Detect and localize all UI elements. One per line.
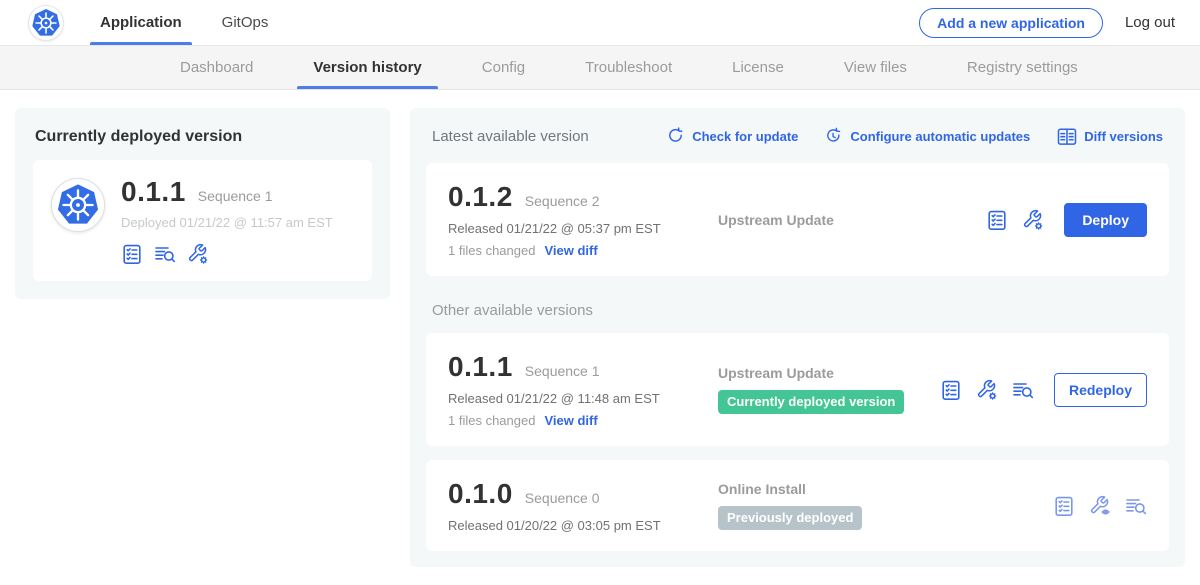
sequence-label: Sequence 0 [525,490,600,506]
diff-icon [1056,126,1077,147]
tab-troubleshoot[interactable]: Troubleshoot [555,46,702,89]
top-header: Application GitOps Add a new application… [0,0,1200,46]
app-logo [51,178,105,232]
logout-link[interactable]: Log out [1125,14,1175,31]
main-content: Currently deployed version 0.1.1 Sequenc… [0,90,1200,585]
source-label: Online Install [718,481,1053,497]
version-number: 0.1.1 [448,351,513,383]
tab-config[interactable]: Config [452,46,555,89]
release-notes-icon[interactable] [940,379,962,401]
deployed-actions [121,243,333,265]
release-notes-icon[interactable] [986,209,1008,231]
add-application-button[interactable]: Add a new application [919,8,1103,38]
diff-versions-label: Diff versions [1084,129,1163,144]
check-for-update-label: Check for update [692,129,798,144]
app-logo[interactable] [28,5,64,41]
configure-automatic-updates-label: Configure automatic updates [850,129,1030,144]
configure-automatic-updates-link[interactable]: Configure automatic updates [824,127,1030,146]
currently-deployed-title: Currently deployed version [35,128,372,146]
version-info: 0.1.0 Sequence 0 Released 01/20/22 @ 03:… [448,478,698,533]
deployed-timestamp: Deployed 01/21/22 @ 11:57 am EST [121,215,333,230]
version-actions: Redeploy [940,373,1149,407]
logs-icon[interactable] [154,243,176,265]
source-label: Upstream Update [718,365,940,381]
version-row-0-1-0: 0.1.0 Sequence 0 Released 01/20/22 @ 03:… [426,460,1169,551]
version-number: 0.1.2 [448,181,513,213]
released-timestamp: Released 01/21/22 @ 05:37 pm EST [448,221,698,236]
deploy-button[interactable]: Deploy [1064,203,1147,237]
sequence-label: Sequence 2 [525,193,600,209]
files-changed-label: 1 files changed [448,413,535,428]
version-history-panel: Latest available version Check for updat… [410,108,1185,567]
config-icon[interactable] [976,379,998,401]
tab-version-history[interactable]: Version history [283,46,451,89]
version-actions: Deploy [986,203,1149,237]
config-view-icon[interactable] [1089,495,1111,517]
config-icon[interactable] [1022,209,1044,231]
files-changed-label: 1 files changed [448,243,535,258]
released-timestamp: Released 01/20/22 @ 03:05 pm EST [448,518,698,533]
previously-deployed-badge: Previously deployed [718,506,862,530]
released-timestamp: Released 01/21/22 @ 11:48 am EST [448,391,698,406]
kubernetes-logo-icon [56,183,100,227]
tab-view-files[interactable]: View files [814,46,937,89]
version-info: 0.1.1 Sequence 1 Released 01/21/22 @ 11:… [448,351,698,428]
panel-actions: Check for update Configure automatic upd… [666,126,1163,147]
panel-header: Latest available version Check for updat… [426,122,1169,149]
version-source: Online Install Previously deployed [698,481,1053,530]
version-number: 0.1.0 [448,478,513,510]
header-right: Add a new application Log out [919,8,1175,38]
deployed-version-info: 0.1.1 Sequence 1 Deployed 01/21/22 @ 11:… [121,176,333,265]
tab-dashboard[interactable]: Dashboard [150,46,283,89]
source-label: Upstream Update [718,212,986,228]
logs-icon[interactable] [1125,495,1147,517]
redeploy-button[interactable]: Redeploy [1054,373,1147,407]
tab-application[interactable]: Application [98,0,184,45]
tab-license[interactable]: License [702,46,814,89]
version-info: 0.1.2 Sequence 2 Released 01/21/22 @ 05:… [448,181,698,258]
logs-icon[interactable] [1012,379,1034,401]
version-row-0-1-1: 0.1.1 Sequence 1 Released 01/21/22 @ 11:… [426,333,1169,446]
config-icon[interactable] [187,243,209,265]
view-diff-link[interactable]: View diff [544,413,597,428]
version-source: Upstream Update [698,212,986,228]
sequence-label: Sequence 1 [525,363,600,379]
latest-version-header: Latest available version [432,128,589,145]
refresh-icon [666,127,685,146]
kubernetes-logo-icon [31,8,61,38]
deployed-version-number: 0.1.1 [121,176,186,208]
other-versions-header: Other available versions [432,302,1169,319]
version-source: Upstream Update Currently deployed versi… [698,365,940,414]
app-subnav: Dashboard Version history Config Trouble… [0,46,1200,90]
deployed-sequence: Sequence 1 [198,188,273,204]
auto-update-icon [824,127,843,146]
currently-deployed-badge: Currently deployed version [718,390,904,414]
deployed-version-card: 0.1.1 Sequence 1 Deployed 01/21/22 @ 11:… [33,160,372,281]
top-tabs: Application GitOps [98,0,306,45]
release-notes-icon[interactable] [121,243,143,265]
diff-versions-link[interactable]: Diff versions [1056,126,1163,147]
currently-deployed-card: Currently deployed version 0.1.1 Sequenc… [15,108,390,299]
tab-registry-settings[interactable]: Registry settings [937,46,1108,89]
view-diff-link[interactable]: View diff [544,243,597,258]
tab-gitops[interactable]: GitOps [220,0,271,45]
check-for-update-link[interactable]: Check for update [666,127,798,146]
version-row-0-1-2: 0.1.2 Sequence 2 Released 01/21/22 @ 05:… [426,163,1169,276]
version-actions [1053,495,1149,517]
release-notes-icon[interactable] [1053,495,1075,517]
